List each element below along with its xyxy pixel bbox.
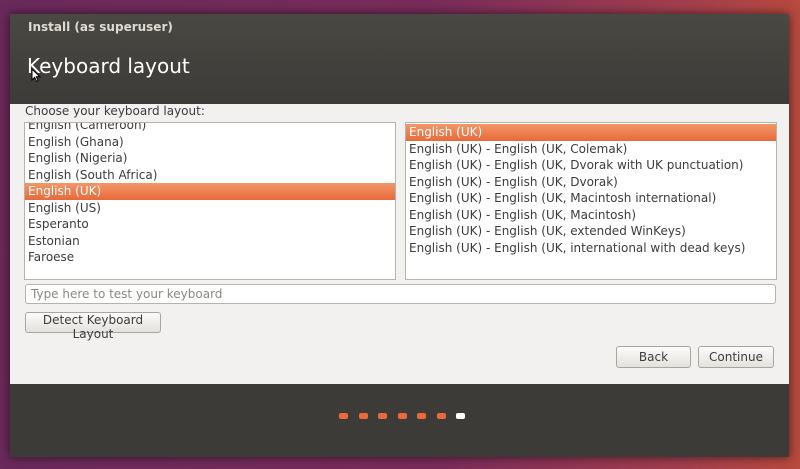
layout-prompt: Choose your keyboard layout: xyxy=(25,104,205,118)
progress-dot xyxy=(417,413,426,419)
progress-dot xyxy=(397,413,407,419)
layout-list-item[interactable]: Faroese xyxy=(25,249,395,266)
layout-list[interactable]: English (Cameroon) English (Ghana) English… xyxy=(24,122,396,280)
progress-dot xyxy=(378,413,387,419)
variant-list-items: English (UK) English (UK) - English (UK, … xyxy=(406,124,776,256)
layout-list-items: English (Cameroon) English (Ghana) English… xyxy=(25,123,395,266)
back-button[interactable]: Back xyxy=(616,346,691,368)
installer-window: Install (as superuser) Keyboard layout C… xyxy=(10,14,789,457)
page-heading: Keyboard layout xyxy=(27,54,190,78)
progress-dot xyxy=(358,413,368,419)
layout-list-item[interactable]: English (US) xyxy=(25,200,395,217)
progress-dot xyxy=(456,413,465,419)
progress-dot xyxy=(436,413,446,419)
layout-list-item[interactable]: Esperanto xyxy=(25,216,395,233)
title-bar: Install (as superuser) Keyboard layout xyxy=(10,14,789,104)
layout-list-item[interactable]: English (UK) xyxy=(25,183,395,200)
variant-list-item[interactable]: English (UK) - English (UK, Macintosh) xyxy=(406,207,776,224)
progress-dot xyxy=(339,413,348,419)
mouse-cursor-icon xyxy=(31,68,41,82)
variant-list[interactable]: English (UK) English (UK) - English (UK, … xyxy=(405,122,777,280)
layout-list-item[interactable]: Estonian xyxy=(25,233,395,250)
variant-list-item[interactable]: English (UK) xyxy=(406,124,776,141)
detect-keyboard-layout-button[interactable]: Detect Keyboard Layout xyxy=(25,312,161,341)
continue-button[interactable]: Continue xyxy=(698,346,774,368)
layout-list-item[interactable]: English (South Africa) xyxy=(25,167,395,184)
variant-list-item[interactable]: English (UK) - English (UK, internationa… xyxy=(406,240,776,257)
variant-list-item[interactable]: English (UK) - English (UK, Dvorak with … xyxy=(406,157,776,174)
variant-list-item[interactable]: English (UK) - English (UK, extended Win… xyxy=(406,223,776,240)
keyboard-test-input[interactable] xyxy=(25,284,776,304)
variant-list-item[interactable]: English (UK) - English (UK, Macintosh in… xyxy=(406,190,776,207)
layout-list-item[interactable]: English (Ghana) xyxy=(25,134,395,151)
variant-list-item[interactable]: English (UK) - English (UK, Dvorak) xyxy=(406,174,776,191)
layout-list-item[interactable]: English (Nigeria) xyxy=(25,150,395,167)
installer-footer xyxy=(10,384,789,457)
variant-list-item[interactable]: English (UK) - English (UK, Colemak) xyxy=(406,141,776,158)
layout-list-item[interactable]: English (Cameroon) xyxy=(25,123,395,134)
window-title: Install (as superuser) xyxy=(28,20,173,34)
